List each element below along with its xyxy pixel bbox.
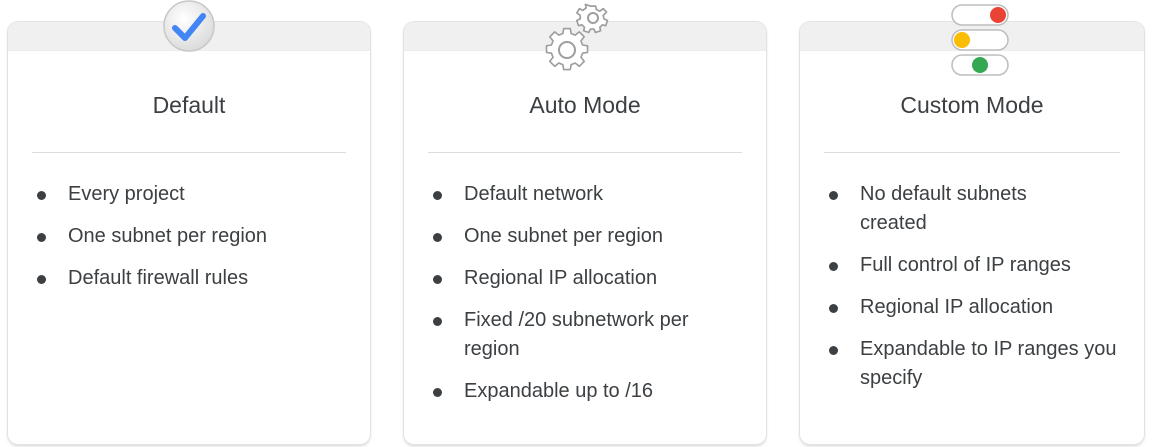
bullet-list: No default subnets created Full control …	[828, 180, 1118, 406]
list-item: Full control of IP ranges	[828, 251, 1118, 280]
gears-icon	[545, 3, 609, 71]
list-item: Default network	[432, 180, 732, 209]
divider	[824, 152, 1120, 153]
checkmark-icon	[163, 0, 215, 52]
bullet-list: Default network One subnet per region Re…	[432, 180, 732, 419]
list-item: Regional IP allocation	[828, 293, 1118, 322]
card-default: Default Every project One subnet per reg…	[8, 22, 370, 444]
list-item: One subnet per region	[432, 222, 732, 251]
list-item: Fixed /20 subnetwork per region	[432, 306, 694, 364]
list-item: Expandable up to /16	[432, 377, 732, 406]
card-custom-mode: Custom Mode No default subnets created F…	[800, 22, 1144, 444]
card-title: Default	[152, 92, 226, 118]
traffic-light-toggles-icon	[951, 4, 1009, 76]
list-item: Regional IP allocation	[432, 264, 732, 293]
divider	[32, 152, 346, 153]
list-item: Expandable to IP ranges you specify	[828, 335, 1120, 393]
divider	[428, 152, 742, 153]
bullet-list: Every project One subnet per region Defa…	[36, 180, 356, 306]
list-item: Every project	[36, 180, 356, 209]
list-item: One subnet per region	[36, 222, 356, 251]
card-auto-mode: Auto Mode Default network One subnet per…	[404, 22, 766, 444]
card-title: Auto Mode	[529, 92, 641, 118]
list-item: No default subnets created	[828, 180, 1060, 238]
card-title: Custom Mode	[900, 92, 1044, 118]
list-item: Default firewall rules	[36, 264, 356, 293]
